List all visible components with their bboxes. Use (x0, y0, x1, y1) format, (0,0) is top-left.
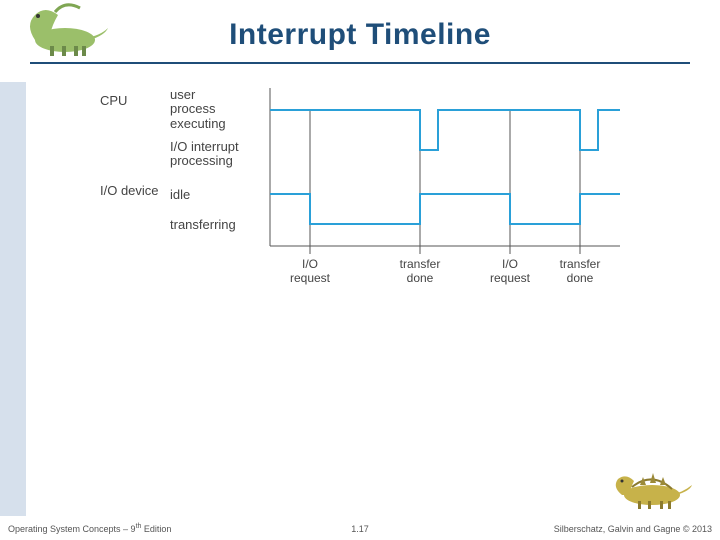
slide-title: Interrupt Timeline (0, 18, 720, 52)
footer-left-text: Operating System Concepts – 9th Edition (8, 523, 171, 534)
slide-footer: Operating System Concepts – 9th Edition … (0, 516, 720, 540)
xtick-0-line1: I/O (302, 257, 318, 271)
xtick-0-line2: request (290, 271, 331, 285)
xtick-2-line1: I/O (502, 257, 518, 271)
slide: Interrupt Timeline CPU I/O device user p… (0, 0, 720, 540)
xtick-1-line2: done (407, 271, 434, 285)
footer-left-prefix: Operating System Concepts – 9 (8, 524, 136, 534)
interrupt-timeline-diagram: CPU I/O device user process executing I/… (120, 88, 640, 308)
xtick-3-line1: transfer (560, 257, 601, 271)
xtick-1-line1: transfer (400, 257, 441, 271)
xtick-2-line2: request (490, 271, 531, 285)
xtick-3-line2: done (567, 271, 594, 285)
footer-right-text: Silberschatz, Galvin and Gagne © 2013 (554, 524, 712, 534)
timeline-svg: I/O request transfer done I/O request tr… (120, 88, 640, 308)
footer-left-suffix: Edition (141, 524, 171, 534)
left-sidebar-strip (0, 82, 26, 516)
footer-page-number: 1.17 (351, 524, 369, 534)
title-underline (30, 62, 690, 64)
dinosaur-illustration-bottom-right (612, 467, 692, 512)
